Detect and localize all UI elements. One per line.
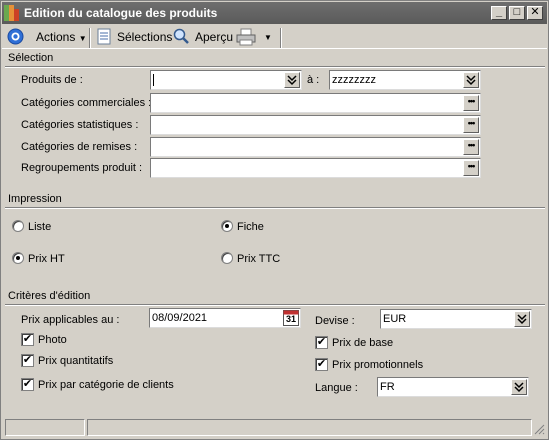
selections-button[interactable]: Sélections (117, 28, 172, 46)
prix-ht-label[interactable]: Prix HT (28, 253, 65, 265)
produits-a-label: à : (307, 74, 320, 86)
double-chevron-icon[interactable] (511, 379, 527, 395)
double-chevron-icon[interactable] (284, 72, 300, 88)
prix-promo-checkbox[interactable]: ✔ (315, 358, 328, 371)
cat-commerciales-field[interactable]: ••• (150, 93, 481, 113)
title-bar: Edition du catalogue des produits _ □ ✕ (2, 2, 547, 24)
magnifier-icon (173, 28, 189, 44)
produits-label: Produits de : (21, 74, 83, 86)
catalogue-window: Edition du catalogue des produits _ □ ✕ … (0, 0, 549, 440)
ellipsis-button[interactable]: ••• (463, 117, 479, 133)
prix-promo-label[interactable]: Prix promotionnels (332, 359, 423, 371)
criteres-group-label: Critères d'édition (8, 290, 91, 302)
produits-to-field[interactable]: zzzzzzzz (329, 70, 481, 90)
prix-ttc-label[interactable]: Prix TTC (237, 253, 280, 265)
toolbar-separator (280, 28, 282, 48)
maximize-button[interactable]: □ (509, 6, 525, 20)
liste-radio[interactable] (12, 220, 24, 232)
cat-statistiques-field[interactable]: ••• (150, 115, 481, 135)
window-title: Edition du catalogue des produits (24, 6, 218, 20)
status-cell (5, 419, 85, 436)
prix-quantitatifs-label[interactable]: Prix quantitatifs (38, 355, 113, 367)
fiche-radio[interactable] (221, 220, 233, 232)
ellipsis-button[interactable]: ••• (463, 160, 479, 176)
resize-grip-icon[interactable] (533, 423, 545, 435)
produits-to-value: zzzzzzzz (332, 74, 376, 86)
printer-icon[interactable] (236, 28, 256, 46)
close-button[interactable]: ✕ (527, 6, 543, 20)
prix-applicables-value: 08/09/2021 (152, 312, 208, 324)
cat-remises-field[interactable]: ••• (150, 137, 481, 157)
toolbar-separator (89, 28, 91, 48)
app-icon (4, 5, 20, 21)
double-chevron-icon[interactable] (514, 311, 530, 327)
prix-base-checkbox[interactable]: ✔ (315, 336, 328, 349)
document-icon (97, 28, 111, 45)
prix-applicables-date-field[interactable]: 08/09/2021 31 (149, 308, 301, 328)
ellipsis-button[interactable]: ••• (463, 95, 479, 111)
prix-ttc-radio[interactable] (221, 252, 233, 264)
impression-group-label: Impression (8, 193, 62, 205)
langue-label: Langue : (315, 382, 358, 394)
prix-base-label[interactable]: Prix de base (332, 337, 393, 349)
langue-dropdown[interactable]: FR (377, 377, 529, 397)
actions-label: Actions (36, 30, 76, 44)
regroupements-label: Regroupements produit : (21, 162, 143, 174)
minimize-button[interactable]: _ (491, 6, 507, 20)
calendar-day: 31 (285, 314, 296, 324)
apercu-button[interactable]: Aperçu (195, 28, 233, 46)
prix-ht-radio[interactable] (12, 252, 24, 264)
prix-par-categorie-label[interactable]: Prix par catégorie de clients (38, 379, 174, 391)
prix-par-categorie-checkbox[interactable]: ✔ (21, 378, 34, 391)
regroupements-field[interactable]: ••• (150, 158, 481, 178)
status-cell (87, 419, 532, 436)
devise-dropdown[interactable]: EUR (380, 309, 532, 329)
prix-quantitatifs-checkbox[interactable]: ✔ (21, 354, 34, 367)
selection-group-line (5, 66, 545, 68)
prix-applicables-label: Prix applicables au : (21, 314, 120, 326)
selection-group-label: Sélection (8, 52, 54, 64)
print-dropdown-icon[interactable]: ▼ (264, 33, 272, 42)
text-cursor (153, 74, 154, 86)
toolbar: Actions ▼ Sélections Aperçu ▼ (2, 25, 547, 49)
status-bar (2, 417, 547, 438)
ellipsis-button[interactable]: ••• (463, 139, 479, 155)
calendar-icon[interactable]: 31 (283, 310, 299, 326)
criteres-group-line (5, 304, 545, 306)
cat-remises-label: Catégories de remises : (21, 141, 138, 153)
actions-menu[interactable]: Actions ▼ (36, 28, 87, 46)
produits-from-field[interactable] (150, 70, 302, 90)
photo-checkbox[interactable]: ✔ (21, 333, 34, 346)
fiche-label[interactable]: Fiche (237, 221, 264, 233)
photo-label[interactable]: Photo (38, 334, 67, 346)
liste-label[interactable]: Liste (28, 221, 51, 233)
cat-statistiques-label: Catégories statistiques : (21, 119, 139, 131)
cat-commerciales-label: Catégories commerciales : (21, 97, 152, 109)
chevron-down-icon: ▼ (78, 34, 87, 43)
double-chevron-icon[interactable] (463, 72, 479, 88)
langue-value: FR (380, 381, 395, 393)
impression-group-line (5, 207, 545, 209)
devise-value: EUR (383, 313, 407, 325)
devise-label: Devise : (315, 315, 355, 327)
target-icon[interactable] (7, 28, 24, 45)
